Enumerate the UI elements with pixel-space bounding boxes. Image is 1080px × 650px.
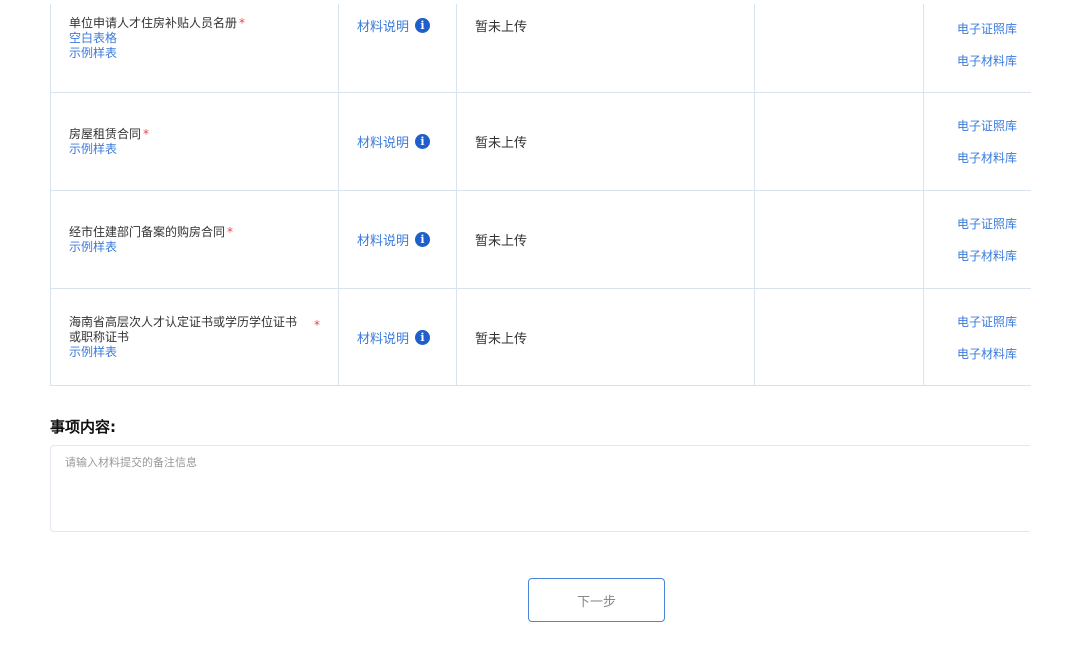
material-desc-button[interactable]: 材料说明 i: [357, 230, 431, 249]
library-cell: 电子证照库 电子材料库: [924, 191, 1031, 288]
info-circle-icon: i: [415, 232, 431, 247]
sample-form-link[interactable]: 示例样表: [69, 345, 320, 360]
upload-status-cell: 暂未上传: [457, 93, 755, 190]
upload-area[interactable]: [755, 93, 924, 190]
upload-area[interactable]: [755, 289, 924, 385]
e-license-library-link[interactable]: 电子证照库: [957, 215, 1031, 232]
upload-status-cell: 暂未上传: [457, 191, 755, 288]
upload-status: 暂未上传: [475, 331, 528, 347]
material-desc-cell: 材料说明 i: [339, 4, 457, 92]
library-cell: 电子证照库 电子材料库: [924, 4, 1031, 92]
e-material-library-link[interactable]: 电子材料库: [957, 149, 1031, 166]
e-material-library-link[interactable]: 电子材料库: [957, 345, 1031, 362]
material-desc-label: 材料说明: [357, 20, 410, 35]
e-license-library-link[interactable]: 电子证照库: [957, 313, 1031, 330]
info-circle-icon: i: [415, 134, 431, 149]
upload-status-cell: 暂未上传: [457, 4, 755, 92]
required-mark: *: [143, 126, 150, 141]
material-name-cell: 房屋租赁合同 * 示例样表: [51, 93, 339, 190]
material-name-cell: 单位申请人才住房补贴人员名册 * 空白表格 示例样表: [51, 4, 339, 92]
material-desc-label: 材料说明: [357, 136, 410, 151]
info-circle-icon: i: [415, 329, 431, 345]
upload-status-cell: 暂未上传: [457, 289, 755, 385]
material-desc-label: 材料说明: [357, 331, 410, 347]
e-material-library-link[interactable]: 电子材料库: [957, 52, 1031, 69]
material-desc-button[interactable]: 材料说明 i: [357, 16, 431, 35]
material-name-cell: 经市住建部门备案的购房合同 * 示例样表: [51, 191, 339, 288]
material-name: 房屋租赁合同: [69, 126, 142, 141]
upload-area[interactable]: [755, 4, 924, 92]
material-desc-cell: 材料说明 i: [339, 93, 457, 190]
material-desc-cell: 材料说明 i: [339, 191, 457, 288]
section-title: 事项内容:: [50, 418, 116, 436]
info-circle-icon: i: [415, 18, 431, 33]
e-license-library-link[interactable]: 电子证照库: [957, 20, 1031, 37]
material-name: 海南省高层次人才认定证书或学历学位证书或职称证书: [69, 314, 298, 344]
upload-status: 暂未上传: [475, 20, 528, 35]
materials-table: 单位申请人才住房补贴人员名册 * 空白表格 示例样表 材料说明 i 暂未上传 电…: [50, 4, 1031, 386]
material-name: 经市住建部门备案的购房合同: [69, 224, 226, 239]
sample-form-link[interactable]: 示例样表: [69, 142, 320, 157]
required-mark: *: [314, 317, 320, 332]
table-row: 单位申请人才住房补贴人员名册 * 空白表格 示例样表 材料说明 i 暂未上传 电…: [51, 4, 1031, 92]
upload-status: 暂未上传: [475, 136, 528, 151]
required-mark: *: [227, 224, 234, 239]
material-desc-button[interactable]: 材料说明 i: [357, 132, 431, 151]
blank-form-link[interactable]: 空白表格: [69, 31, 320, 46]
table-row: 房屋租赁合同 * 示例样表 材料说明 i 暂未上传 电子证照库 电子材料库: [51, 92, 1031, 190]
material-desc-button[interactable]: 材料说明 i: [357, 328, 431, 347]
next-step-button[interactable]: 下一步: [528, 578, 665, 622]
material-desc-label: 材料说明: [357, 234, 410, 249]
material-name-cell: 海南省高层次人才认定证书或学历学位证书或职称证书 * 示例样表: [51, 289, 339, 385]
remark-input[interactable]: [51, 446, 1030, 531]
library-cell: 电子证照库 电子材料库: [924, 289, 1031, 385]
table-row: 经市住建部门备案的购房合同 * 示例样表 材料说明 i 暂未上传 电子证照库 电…: [51, 190, 1031, 288]
e-license-library-link[interactable]: 电子证照库: [957, 117, 1031, 134]
required-mark: *: [239, 16, 246, 30]
e-material-library-link[interactable]: 电子材料库: [957, 247, 1031, 264]
upload-status: 暂未上传: [475, 234, 528, 249]
sample-form-link[interactable]: 示例样表: [69, 46, 320, 61]
material-desc-cell: 材料说明 i: [339, 289, 457, 385]
remark-box: [50, 445, 1030, 532]
library-cell: 电子证照库 电子材料库: [924, 93, 1031, 190]
sample-form-link[interactable]: 示例样表: [69, 240, 320, 255]
table-row: 海南省高层次人才认定证书或学历学位证书或职称证书 * 示例样表 材料说明 i 暂…: [51, 288, 1031, 385]
upload-area[interactable]: [755, 191, 924, 288]
material-name: 单位申请人才住房补贴人员名册: [69, 16, 238, 30]
